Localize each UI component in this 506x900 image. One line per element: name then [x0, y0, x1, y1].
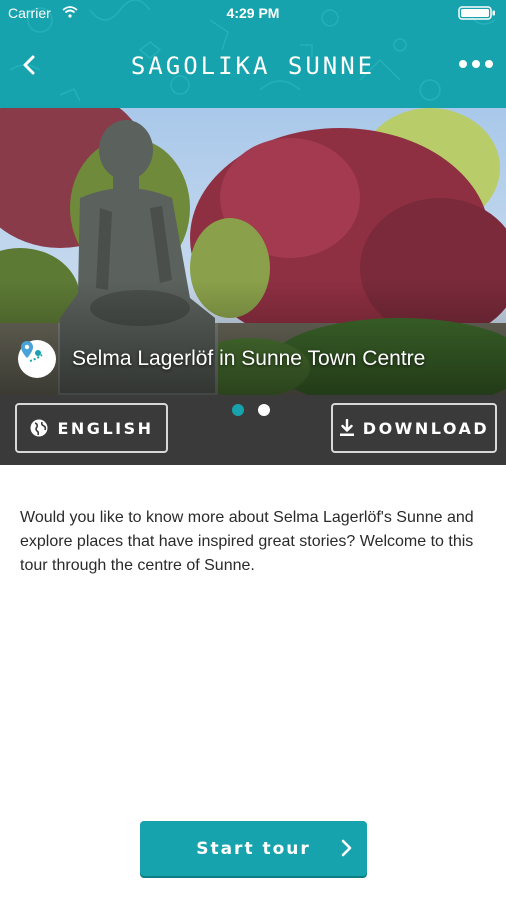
more-options-button[interactable]: [458, 54, 494, 74]
tour-description: Would you like to know more about Selma …: [20, 509, 474, 574]
action-bar: ENGLISH DOWNLOAD: [0, 395, 506, 465]
download-label: DOWNLOAD: [362, 418, 490, 438]
carousel-indicator: [232, 404, 284, 416]
navigation-bar: SAGOLIKA SUNNE: [0, 26, 506, 108]
hero-image[interactable]: Selma Lagerlöf in Sunne Town Centre: [0, 108, 506, 395]
download-button[interactable]: DOWNLOAD: [331, 403, 497, 453]
status-time: 4:29 PM: [226, 5, 280, 21]
carousel-dot-2[interactable]: [258, 404, 270, 416]
app-title: SAGOLIKA SUNNE: [130, 52, 376, 80]
more-horizontal-icon: [459, 60, 493, 68]
language-button[interactable]: ENGLISH: [15, 403, 168, 453]
start-tour-button[interactable]: Start tour: [140, 821, 367, 876]
tour-badge: [18, 340, 56, 378]
app-header: Carrier 4:29 PM SAGOLIKA SUNNE: [0, 0, 506, 108]
battery-icon: [458, 6, 495, 20]
status-bar: Carrier 4:29 PM: [0, 0, 506, 26]
hero-caption: Selma Lagerlöf in Sunne Town Centre: [18, 339, 425, 379]
language-label: ENGLISH: [57, 418, 154, 438]
start-tour-label: Start tour: [196, 838, 311, 859]
globe-icon: [29, 418, 49, 438]
tour-title: Selma Lagerlöf in Sunne Town Centre: [72, 347, 426, 370]
carousel-dot-1[interactable]: [232, 404, 244, 416]
map-pin-icon: [21, 341, 43, 362]
download-icon: [339, 419, 355, 437]
chevron-right-icon: [341, 839, 352, 857]
